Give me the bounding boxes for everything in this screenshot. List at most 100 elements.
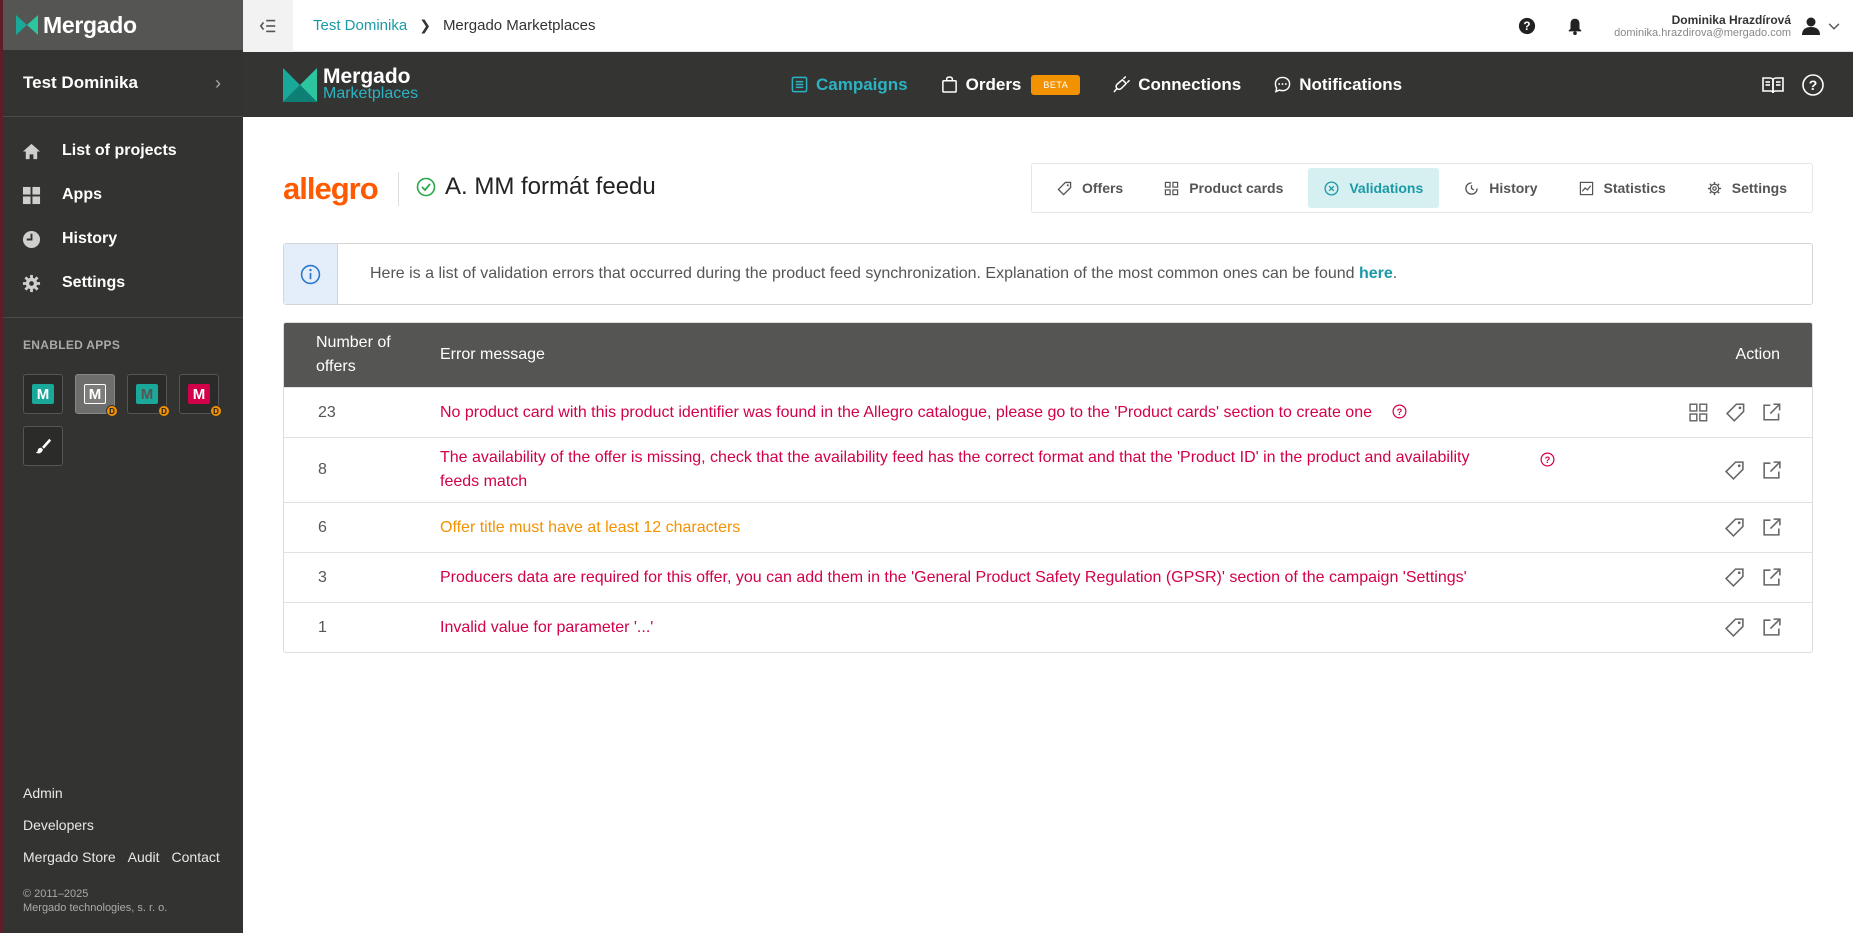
logo-line2: Marketplaces [323, 85, 419, 102]
row-actions [1672, 517, 1812, 538]
project-selector[interactable]: Test Dominika › [0, 50, 243, 117]
table-row: 1 Invalid value for parameter '...' [284, 602, 1812, 652]
table-row: 6 Offer title must have at least 12 char… [284, 502, 1812, 552]
help-question-icon[interactable]: ? [1540, 452, 1555, 467]
error-message: Producers data are required for this off… [440, 568, 1467, 586]
main-content: allegro A. MM formát feedu Offers Produc… [283, 117, 1813, 653]
header-num-line2: offers [316, 358, 356, 375]
dev-badge: D [158, 405, 170, 417]
mergado-logo[interactable]: Mergado [0, 0, 243, 50]
tab-product-cards[interactable]: Product cards [1148, 168, 1299, 208]
copyright-years: © 2011–2025 [23, 888, 89, 900]
validations-table: Number of offers Error message Action 23… [283, 322, 1813, 653]
chevron-right-icon: ❯ [419, 17, 431, 33]
enabled-app-tool[interactable] [23, 426, 63, 466]
sidebar: Mergado Test Dominika › List of projects… [0, 0, 243, 933]
home-icon [22, 143, 41, 159]
beta-badge: BETA [1031, 74, 1081, 95]
book-icon[interactable] [1761, 73, 1785, 97]
svg-text:?: ? [1809, 77, 1818, 93]
help-icon[interactable]: ? [1518, 17, 1536, 35]
error-message: The availability of the offer is missing… [440, 449, 1470, 490]
tab-offers[interactable]: Offers [1041, 168, 1139, 208]
external-link-icon[interactable] [1761, 617, 1782, 638]
info-icon [300, 264, 321, 284]
cards-grid-icon[interactable] [1688, 402, 1709, 423]
error-message-cell: No product card with this product identi… [440, 401, 1672, 425]
sidebar-item-apps[interactable]: Apps [0, 173, 243, 217]
enabled-apps-title: ENABLED APPS [23, 338, 121, 352]
tab-statistics[interactable]: Statistics [1563, 168, 1682, 208]
check-circle-icon [416, 177, 436, 197]
nav-orders[interactable]: Orders BETA [941, 74, 1081, 95]
info-text: Here is a list of validation errors that… [370, 265, 1397, 283]
enabled-app-3[interactable]: M D [127, 374, 170, 417]
user-email: dominika.hrazdirova@mergado.com [1614, 26, 1791, 39]
warning-message: Offer title must have at least 12 charac… [440, 518, 741, 536]
collapse-sidebar-button[interactable] [243, 0, 293, 52]
gear-icon [1707, 181, 1721, 195]
tag-icon[interactable] [1724, 517, 1745, 538]
app-icon: M [188, 384, 210, 404]
nav-campaigns[interactable]: Campaigns [791, 75, 908, 95]
app-nav: Campaigns Orders BETA Connections Notifi… [791, 52, 1435, 117]
contact-link[interactable]: Contact [172, 849, 220, 865]
offer-count: 3 [318, 568, 327, 586]
tab-label: History [1489, 180, 1538, 196]
enabled-app-1[interactable]: M [23, 374, 63, 414]
nav-notifications-label: Notifications [1299, 74, 1403, 94]
tag-icon[interactable] [1725, 402, 1746, 423]
mergado-marketplaces-logo[interactable]: Mergado Marketplaces [283, 66, 419, 102]
bell-icon[interactable] [1566, 17, 1584, 35]
table-row: 3 Producers data are required for this o… [284, 552, 1812, 602]
chart-icon [1579, 181, 1593, 195]
app-icon: M [32, 384, 54, 404]
error-message: No product card with this product identi… [440, 403, 1372, 421]
help-circle-icon[interactable]: ? [1801, 73, 1825, 97]
user-avatar-icon[interactable] [1801, 16, 1821, 36]
help-question-icon[interactable]: ? [1392, 404, 1407, 419]
nav-connections[interactable]: Connections [1113, 75, 1241, 95]
tag-icon[interactable] [1724, 567, 1745, 588]
enabled-app-4[interactable]: M D [179, 374, 222, 417]
tab-settings[interactable]: Settings [1691, 168, 1803, 208]
sidebar-item-history[interactable]: History [0, 217, 243, 261]
external-link-icon[interactable] [1761, 517, 1782, 538]
admin-link[interactable]: Admin [23, 785, 63, 801]
audit-link[interactable]: Audit [128, 849, 160, 865]
external-link-icon[interactable] [1761, 402, 1782, 423]
sidebar-item-list-of-projects[interactable]: List of projects [0, 129, 243, 173]
nav-connections-label: Connections [1138, 74, 1242, 94]
user-info[interactable]: Dominika Hrazdírová dominika.hrazdirova@… [1614, 13, 1791, 39]
nav-orders-label: Orders [965, 74, 1022, 94]
table-header: Number of offers Error message Action [284, 323, 1812, 387]
app-icon: M [84, 384, 106, 404]
dev-badge: D [210, 405, 222, 417]
tag-icon[interactable] [1724, 617, 1745, 638]
tab-history[interactable]: History [1448, 168, 1553, 208]
developers-link[interactable]: Developers [23, 817, 94, 833]
external-link-icon[interactable] [1761, 567, 1782, 588]
app-icon: M [136, 384, 158, 404]
external-link-icon[interactable] [1761, 460, 1782, 481]
campaign-title-row: allegro A. MM formát feedu Offers Produc… [283, 117, 1813, 243]
breadcrumb-project-link[interactable]: Test Dominika [313, 17, 407, 34]
allegro-logo: allegro [283, 171, 379, 206]
sidebar-item-settings[interactable]: Settings [0, 261, 243, 305]
app-header: Mergado Marketplaces Campaigns Orders BE… [243, 52, 1853, 117]
offer-count: 23 [318, 403, 336, 421]
tag-icon [1057, 181, 1072, 196]
cards-grid-icon [1165, 181, 1179, 195]
enabled-app-2[interactable]: M D [75, 374, 118, 417]
mergado-store-link[interactable]: Mergado Store [23, 849, 116, 865]
error-message-cell: The availability of the offer is missing… [440, 446, 1672, 494]
tag-icon[interactable] [1724, 460, 1745, 481]
sidebar-footer: Admin Developers Mergado Store Audit Con… [23, 777, 233, 915]
offer-count: 8 [318, 461, 327, 478]
nav-notifications[interactable]: Notifications [1274, 75, 1402, 95]
tab-validations[interactable]: Validations [1308, 168, 1440, 208]
tab-label: Offers [1081, 180, 1124, 196]
error-message-cell: Producers data are required for this off… [440, 566, 1672, 590]
info-here-link[interactable]: here [1359, 265, 1393, 282]
chevron-down-icon[interactable] [1827, 19, 1841, 33]
